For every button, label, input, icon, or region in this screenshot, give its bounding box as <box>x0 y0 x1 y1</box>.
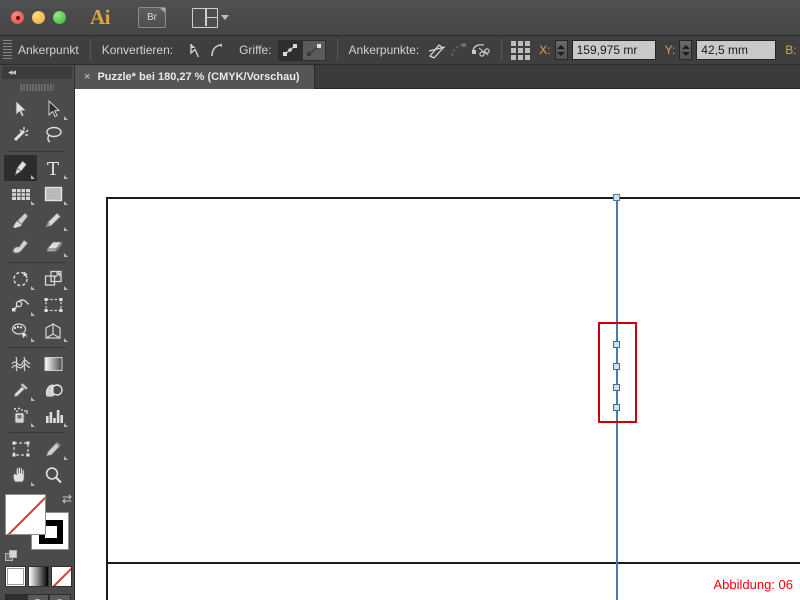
artboard-tool[interactable] <box>4 436 37 462</box>
convert-to-smooth-icon[interactable] <box>206 40 228 60</box>
none-swatch-button[interactable] <box>51 566 72 587</box>
draw-mode-row <box>5 594 74 600</box>
rotate-tool[interactable] <box>4 266 37 292</box>
y-label: Y: <box>664 43 676 57</box>
document-tab-bar: × Puzzle* bei 180,27 % (CMYK/Vorschau) <box>75 65 800 89</box>
draw-normal-button[interactable] <box>5 594 27 600</box>
path-top-anchor[interactable] <box>613 194 620 201</box>
draw-behind-button[interactable] <box>27 594 49 600</box>
document-tab[interactable]: × Puzzle* bei 180,27 % (CMYK/Vorschau) <box>75 65 315 89</box>
eraser-tool[interactable] <box>37 233 70 259</box>
control-bar-grip[interactable] <box>3 39 12 61</box>
artboard-left-edge <box>106 197 108 600</box>
gradient-tool[interactable] <box>37 351 70 377</box>
type-tool[interactable]: T <box>37 155 70 181</box>
divider <box>89 39 91 61</box>
add-anchor-point-icon[interactable] <box>426 40 448 60</box>
arrange-documents-button[interactable] <box>192 7 229 28</box>
convert-to-corner-icon[interactable] <box>184 40 206 60</box>
minimize-window-button[interactable] <box>32 11 45 24</box>
swatch-mode-row <box>5 566 74 587</box>
document-tab-title: Puzzle* bei 180,27 % (CMYK/Vorschau) <box>97 71 300 83</box>
show-handles-button[interactable] <box>277 39 302 61</box>
line-segment-tool[interactable] <box>4 181 37 207</box>
artboard-top-edge <box>106 197 800 199</box>
slice-tool[interactable] <box>37 436 70 462</box>
magic-wand-tool[interactable] <box>4 122 37 148</box>
x-coordinate-field[interactable]: X: 159,975 mr <box>539 40 656 60</box>
perspective-grid-tool[interactable] <box>37 318 70 344</box>
remove-anchor-point-icon <box>448 40 470 60</box>
hide-handles-button[interactable] <box>301 39 326 61</box>
illustrator-window: Ai Br Ankerpunkt Konvertieren: Griffe: A… <box>0 0 800 600</box>
figure-caption: Abbildung: 06 <box>713 577 793 592</box>
selection-type-label: Ankerpunkt <box>18 43 79 57</box>
x-input[interactable]: 159,975 mr <box>571 40 656 60</box>
eyedropper-tool[interactable] <box>4 377 37 403</box>
handles-label: Griffe: <box>239 43 272 57</box>
blend-tool[interactable] <box>37 377 70 403</box>
rectangle-tool[interactable] <box>37 181 70 207</box>
y-coordinate-field[interactable]: Y: 42,5 mm <box>665 40 777 60</box>
color-swatch-button[interactable] <box>5 566 26 587</box>
tool-grid: T <box>0 96 74 488</box>
svg-text:T: T <box>47 159 59 177</box>
tools-panel-grip[interactable] <box>20 82 54 92</box>
close-icon[interactable]: × <box>84 71 90 83</box>
hide-handles-icon <box>306 44 321 56</box>
blob-brush-tool[interactable] <box>4 233 37 259</box>
anchors-label: Ankerpunkte: <box>348 43 420 57</box>
width-field[interactable]: B: 0 r <box>785 40 800 60</box>
width-label: B: <box>785 43 797 57</box>
bridge-label: Br <box>147 12 157 23</box>
fill-swatch[interactable] <box>5 494 46 535</box>
go-to-bridge-button[interactable]: Br <box>138 7 166 28</box>
zoom-window-button[interactable] <box>53 11 66 24</box>
show-handles-icon <box>282 44 297 56</box>
selection-tool[interactable] <box>4 96 37 122</box>
column-graph-tool[interactable] <box>37 403 70 429</box>
lasso-tool[interactable] <box>37 122 70 148</box>
free-transform-tool[interactable] <box>37 292 70 318</box>
symbol-sprayer-tool[interactable] <box>4 403 37 429</box>
cut-path-at-anchor-icon[interactable] <box>470 40 492 60</box>
x-stepper[interactable] <box>554 40 568 60</box>
mesh-tool[interactable] <box>4 351 37 377</box>
convert-label: Konvertieren: <box>101 43 174 57</box>
width-tool[interactable] <box>4 292 37 318</box>
fill-stroke-controls: ⇄ <box>5 492 72 561</box>
artboard-bottom-edge <box>106 562 800 564</box>
gradient-swatch-button[interactable] <box>28 566 49 587</box>
tools-panel-header[interactable]: ◂◂ <box>2 66 72 79</box>
title-bar: Ai Br <box>0 0 800 36</box>
x-label: X: <box>539 43 551 57</box>
collapse-panel-icon[interactable]: ◂◂ <box>8 67 16 78</box>
swap-fill-stroke-icon[interactable]: ⇄ <box>62 492 72 506</box>
shape-builder-tool[interactable] <box>4 318 37 344</box>
hand-tool[interactable] <box>4 462 37 488</box>
annotation-rectangle <box>598 322 637 423</box>
zoom-tool[interactable] <box>37 462 70 488</box>
document-canvas[interactable]: Abbildung: 06 <box>75 89 800 600</box>
pencil-tool[interactable] <box>37 207 70 233</box>
canvas-background <box>75 89 800 600</box>
app-logo: Ai <box>90 5 111 29</box>
pen-tool[interactable] <box>4 155 37 181</box>
y-stepper[interactable] <box>679 40 693 60</box>
window-controls <box>11 11 66 24</box>
chevron-down-icon <box>221 15 229 20</box>
close-window-button[interactable] <box>11 11 24 24</box>
tools-panel: ◂◂ T ⇄ <box>0 65 75 600</box>
control-bar: Ankerpunkt Konvertieren: Griffe: Ankerpu… <box>0 36 800 65</box>
scale-tool[interactable] <box>37 266 70 292</box>
draw-inside-button[interactable] <box>49 594 71 600</box>
paintbrush-tool[interactable] <box>4 207 37 233</box>
default-fill-stroke-icon[interactable] <box>5 550 18 563</box>
direct-selection-tool[interactable] <box>37 96 70 122</box>
arrange-documents-icon <box>192 7 218 28</box>
y-input[interactable]: 42,5 mm <box>696 40 777 60</box>
reference-point-grid-icon[interactable] <box>511 40 531 60</box>
